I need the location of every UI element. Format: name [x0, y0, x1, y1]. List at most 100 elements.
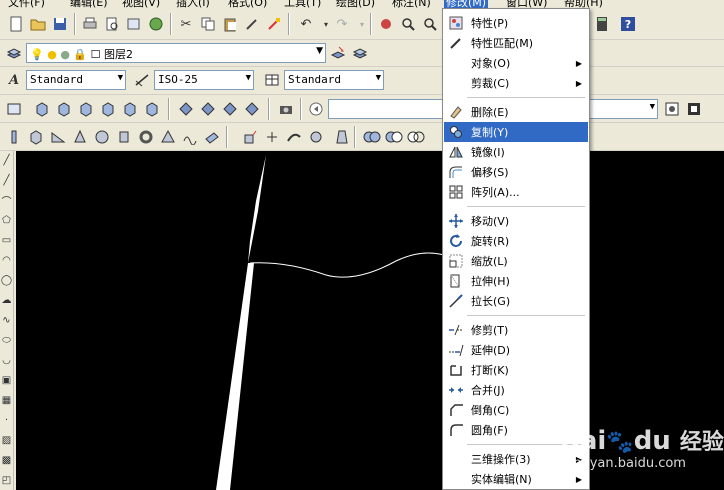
redo-dropdown-icon[interactable]: ▾ [352, 14, 372, 34]
new-file-icon[interactable] [6, 14, 26, 34]
cylinder-icon[interactable] [114, 127, 134, 147]
view-front-cube-icon[interactable] [120, 99, 140, 119]
gradient-icon[interactable]: ▩ [0, 453, 13, 467]
publish-icon[interactable] [124, 14, 144, 34]
polygon-icon[interactable]: ⬠ [0, 213, 13, 227]
viewport-clip-icon[interactable] [684, 99, 704, 119]
menu-window[interactable]: 窗口(W) [506, 0, 547, 8]
menu-modify[interactable]: 修改(M) [444, 0, 489, 8]
iso-ne-icon[interactable] [220, 99, 240, 119]
extrude-icon[interactable] [240, 127, 260, 147]
text-style-select[interactable]: Standard ▼ [26, 70, 126, 90]
subtract-icon[interactable] [384, 127, 404, 147]
calculator-icon[interactable] [592, 14, 612, 34]
menu-view[interactable]: 视图(V) [122, 0, 160, 8]
menu-item-rotate[interactable]: 旋转(R) [444, 231, 588, 251]
menu-format[interactable]: 格式(O) [228, 0, 267, 8]
sweep-icon[interactable] [284, 127, 304, 147]
menu-item-clip[interactable]: 剪裁(C) ▶ [444, 73, 588, 93]
iso-sw-icon[interactable] [176, 99, 196, 119]
revolve-icon[interactable] [306, 127, 326, 147]
planar-surface-icon[interactable] [202, 127, 222, 147]
rectangle-icon[interactable]: ▭ [0, 233, 13, 247]
view-right-cube-icon[interactable] [98, 99, 118, 119]
paste-icon[interactable] [220, 14, 240, 34]
print-icon[interactable] [80, 14, 100, 34]
text-style-icon[interactable]: A [4, 70, 24, 90]
point-icon[interactable]: · [0, 413, 13, 427]
ucs-back-icon[interactable] [306, 99, 326, 119]
ellipse-icon[interactable]: ⬭ [0, 333, 13, 347]
ellipse-arc-icon[interactable]: ◡ [0, 353, 13, 367]
save-icon[interactable] [50, 14, 70, 34]
intersect-icon[interactable] [406, 127, 426, 147]
view-bottom-cube-icon[interactable] [54, 99, 74, 119]
make-block-icon[interactable]: ▦ [0, 393, 13, 407]
menu-edit[interactable]: 编辑(E) [70, 0, 108, 8]
menu-item-break[interactable]: 打断(K) [444, 360, 588, 380]
menu-item-move[interactable]: 移动(V) [444, 211, 588, 231]
loft-icon[interactable] [332, 127, 352, 147]
menu-item-join[interactable]: 合并(J) [444, 380, 588, 400]
print-preview-icon[interactable] [102, 14, 122, 34]
menu-dimension[interactable]: 标注(N) [392, 0, 431, 8]
circle-icon[interactable]: ◯ [0, 273, 13, 287]
menu-item-lengthen[interactable]: 拉长(G) [444, 291, 588, 311]
menu-item-scale[interactable]: 缩放(L) [444, 251, 588, 271]
dim-style-select[interactable]: ISO-25 ▼ [154, 70, 254, 90]
iso-se-icon[interactable] [198, 99, 218, 119]
menu-file[interactable]: 文件(F) [8, 0, 45, 8]
menu-item-properties[interactable]: 特性(P) [444, 13, 588, 33]
zoom-realtime-icon[interactable] [398, 14, 418, 34]
menu-help[interactable]: 帮助(H) [564, 0, 603, 8]
wedge-icon[interactable] [48, 127, 68, 147]
menu-item-mirror[interactable]: 镜像(I) [444, 142, 588, 162]
presspull-icon[interactable] [262, 127, 282, 147]
pyramid-icon[interactable] [158, 127, 178, 147]
menu-item-solid-editing[interactable]: 实体编辑(N) ▶ [444, 469, 588, 489]
view-top-cube-icon[interactable] [32, 99, 52, 119]
box-icon[interactable] [26, 127, 46, 147]
union-icon[interactable] [362, 127, 382, 147]
table-style-select[interactable]: Standard ▼ [284, 70, 384, 90]
match-properties-brush-icon[interactable] [242, 14, 262, 34]
spline-icon[interactable]: ∿ [0, 313, 13, 327]
polysolid-icon[interactable] [4, 127, 24, 147]
open-folder-icon[interactable] [28, 14, 48, 34]
menu-item-match-properties[interactable]: 特性匹配(M) [444, 33, 588, 53]
menu-draw[interactable]: 绘图(D) [336, 0, 375, 8]
named-views-icon[interactable] [4, 99, 24, 119]
iso-nw-icon[interactable] [242, 99, 262, 119]
menu-item-trim[interactable]: 修剪(T) [444, 320, 588, 340]
zoom-window-icon[interactable] [420, 14, 440, 34]
menu-item-copy[interactable]: 复制(Y) [444, 122, 588, 142]
menu-item-extend[interactable]: 延伸(D) [444, 340, 588, 360]
hatch-icon[interactable]: ▨ [0, 433, 13, 447]
construction-line-icon[interactable]: ╱ [0, 173, 13, 187]
layer-previous-icon[interactable] [350, 43, 370, 63]
pan-hand-icon[interactable] [376, 14, 396, 34]
dimension-style-icon[interactable] [132, 70, 152, 90]
arc-icon[interactable]: ◠ [0, 253, 13, 267]
help-icon[interactable]: ? [618, 14, 638, 34]
layer-select[interactable]: 💡 ● ● 🔒 ☐ 图层2 ▼ [26, 43, 326, 63]
menu-item-offset[interactable]: 偏移(S) [444, 162, 588, 182]
sphere-icon[interactable] [92, 127, 112, 147]
menu-tools[interactable]: 工具(T) [284, 0, 321, 8]
view-left-cube-icon[interactable] [76, 99, 96, 119]
insert-block-icon[interactable]: ▣ [0, 373, 13, 387]
viewport-settings-icon[interactable] [662, 99, 682, 119]
region-icon[interactable]: ◰ [0, 473, 13, 487]
undo-icon[interactable]: ↶ [296, 14, 316, 34]
menu-item-chamfer[interactable]: 倒角(C) [444, 400, 588, 420]
cut-scissors-icon[interactable]: ✂ [176, 14, 196, 34]
line-icon[interactable]: ╱ [0, 153, 13, 167]
menu-item-erase[interactable]: 删除(E) [444, 102, 588, 122]
polyline-icon[interactable]: ⌒ [0, 193, 13, 208]
torus-icon[interactable] [136, 127, 156, 147]
layer-manager-icon[interactable] [4, 43, 24, 63]
menu-item-stretch[interactable]: 拉伸(H) [444, 271, 588, 291]
helix-icon[interactable] [180, 127, 200, 147]
redo-icon[interactable]: ↷ [332, 14, 352, 34]
view-back-cube-icon[interactable] [142, 99, 162, 119]
